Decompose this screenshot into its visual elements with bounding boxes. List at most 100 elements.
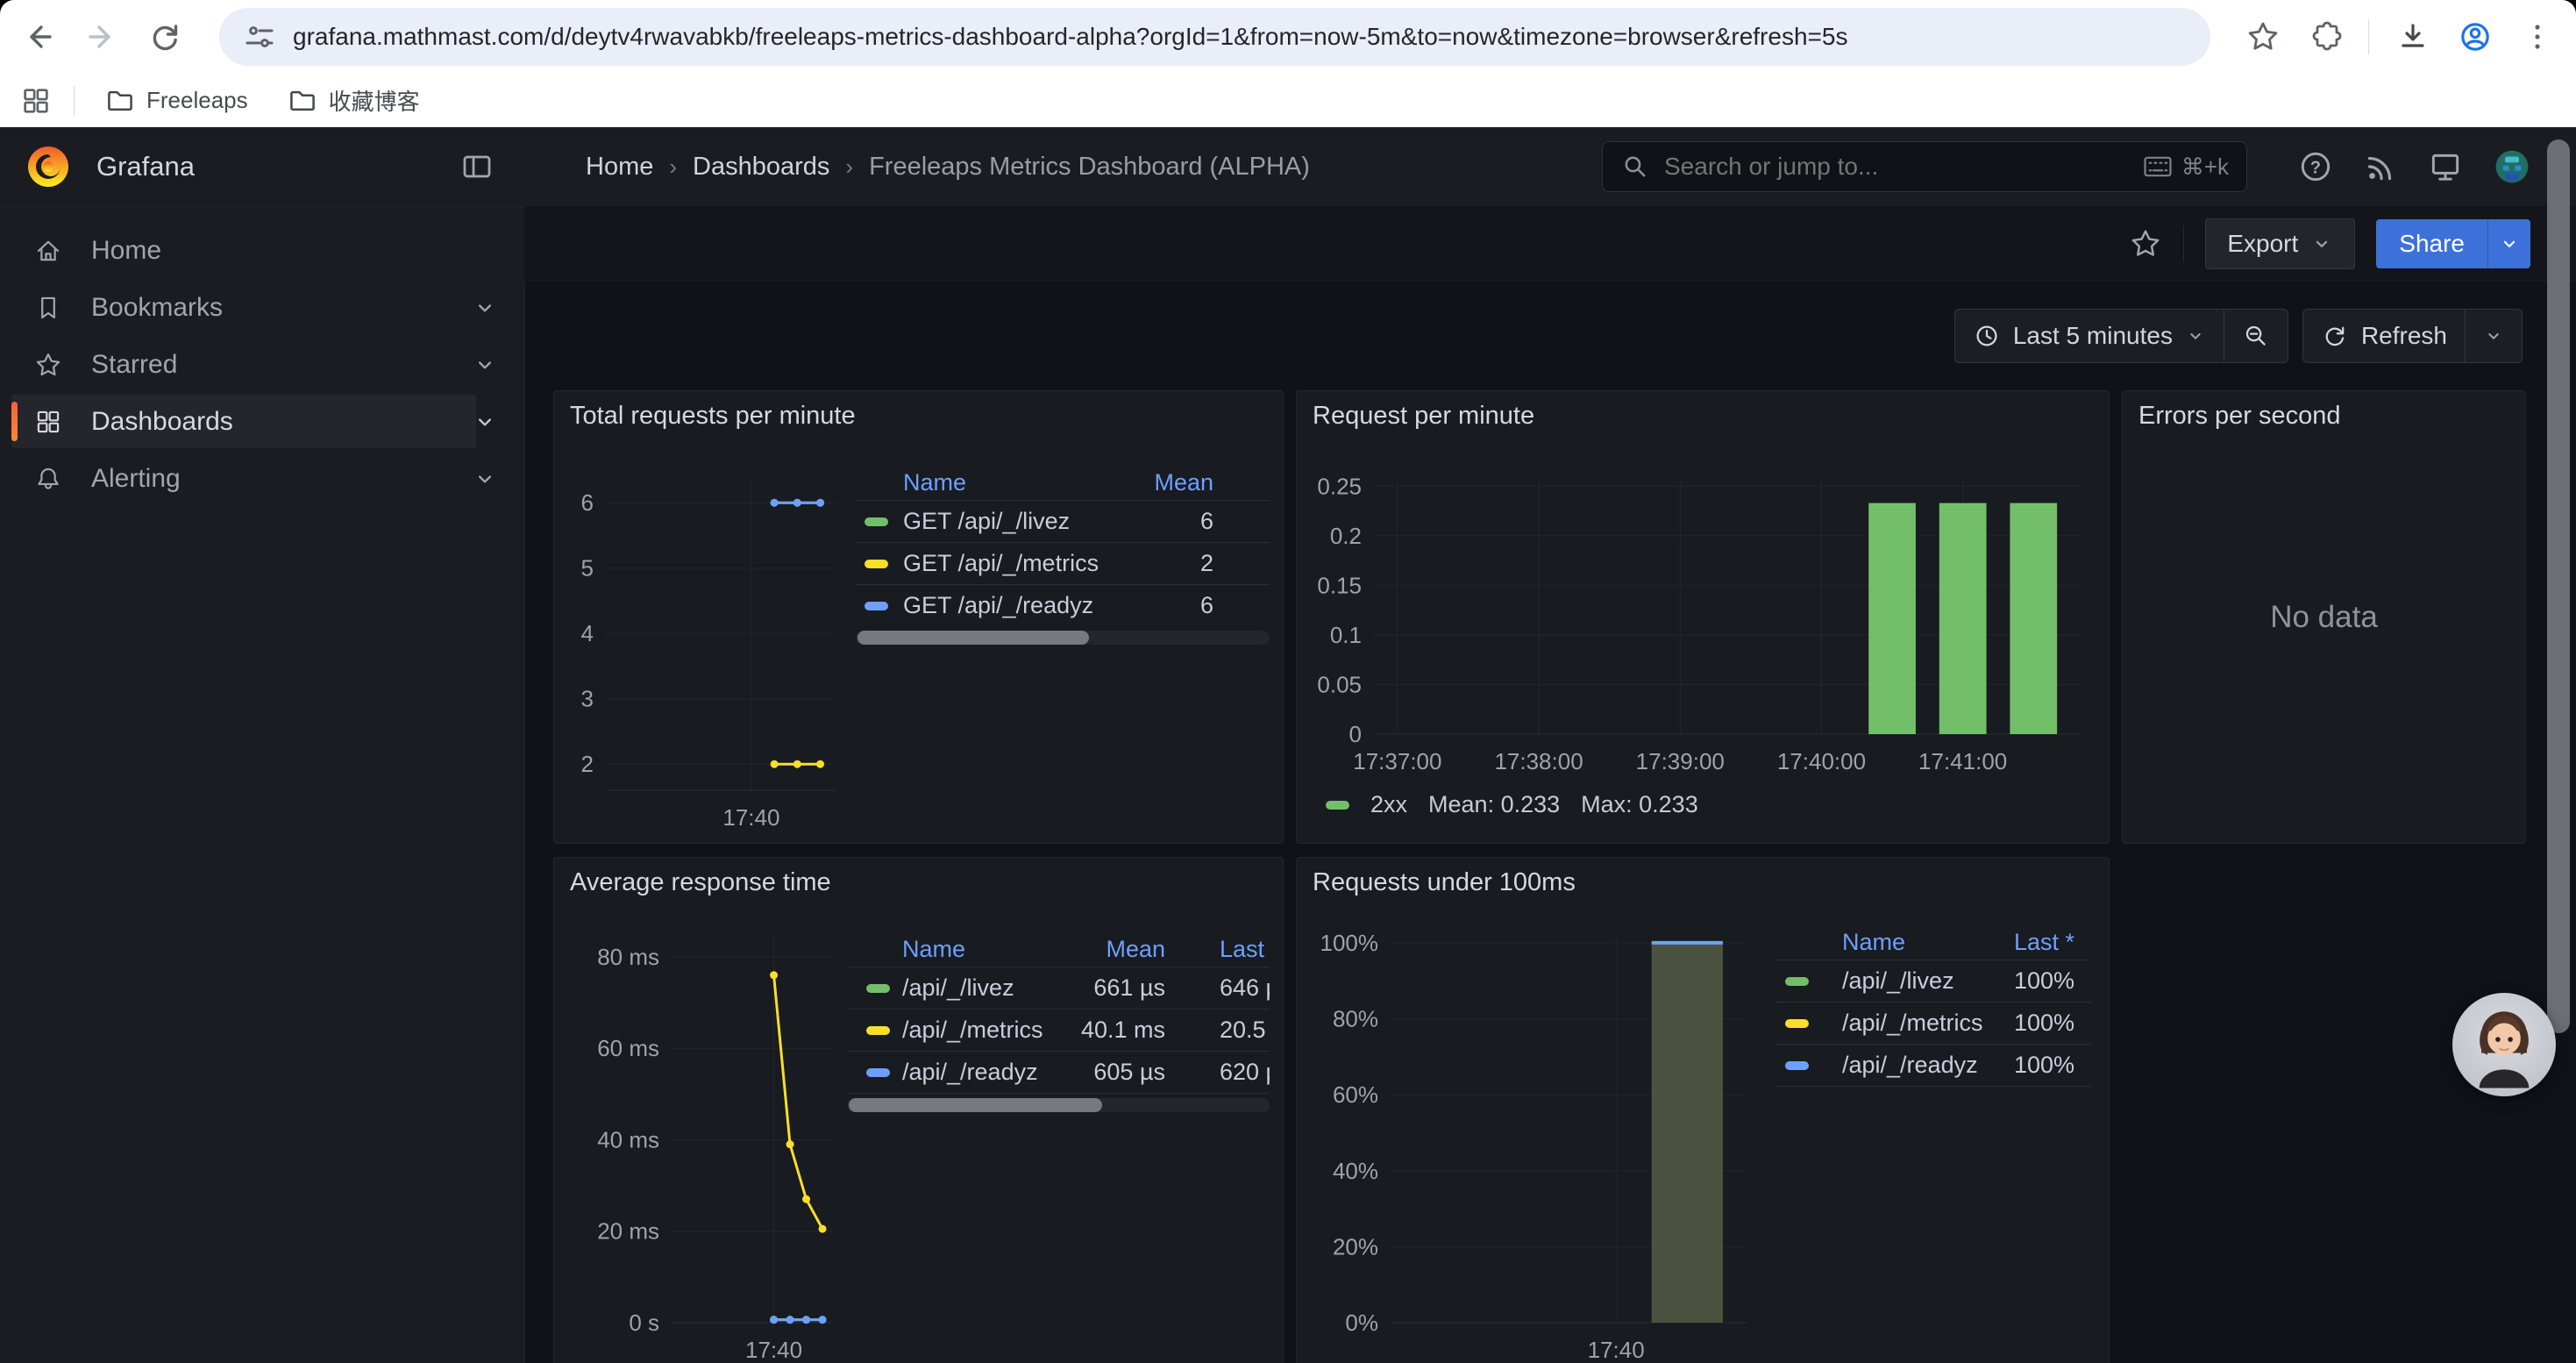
refresh-button[interactable]: Refresh (2303, 310, 2465, 362)
svg-text:40%: 40% (1333, 1158, 1378, 1184)
chevron-down-icon[interactable] (472, 295, 498, 321)
svg-text:0%: 0% (1345, 1309, 1378, 1336)
share-label: Share (2399, 230, 2465, 258)
star-icon (33, 350, 63, 380)
svg-text:17:38:00: 17:38:00 (1494, 748, 1583, 774)
svg-text:20 ms: 20 ms (597, 1218, 659, 1245)
svg-text:0.05: 0.05 (1317, 671, 1362, 697)
back-icon[interactable] (21, 19, 56, 54)
refresh-label: Refresh (2361, 322, 2447, 350)
svg-text:40 ms: 40 ms (597, 1126, 659, 1152)
help-icon[interactable]: ? (2297, 148, 2334, 185)
search-input[interactable]: ⌘+k (1602, 141, 2247, 192)
folder-icon (104, 85, 136, 117)
chart-average-response-time[interactable]: 0 s20 ms40 ms60 ms80 ms17:40NameMeanLast… (554, 858, 1283, 1363)
news-rss-icon[interactable] (2362, 148, 2399, 185)
kebab-menu-icon[interactable] (2520, 19, 2555, 54)
share-button[interactable]: Share (2376, 219, 2487, 268)
tv-mode-icon[interactable] (2427, 148, 2464, 185)
share-split-button: Share (2376, 219, 2530, 268)
page-scrollbar[interactable] (2547, 139, 2570, 1033)
bookmarks-divider (74, 86, 75, 116)
chevron-down-icon (2185, 325, 2206, 346)
svg-text:3: 3 (581, 686, 594, 712)
chart-requests-under-100ms[interactable]: 0%20%40%60%80%100%17:40NameLast */api/_/… (1297, 858, 2109, 1363)
chevron-down-icon[interactable] (472, 409, 498, 435)
sidebar-nav: Home Bookmarks Starred (0, 207, 524, 506)
panel-total-requests-per-minute: Total requests per minute 2345617:40Name… (553, 390, 1284, 844)
chevron-down-icon (2310, 232, 2333, 255)
sidebar-item-starred[interactable]: Starred (0, 337, 524, 392)
topbar-icons: ? (2297, 127, 2532, 206)
sidebar-item-dashboards[interactable]: Dashboards (0, 394, 524, 449)
bookmark-label: Freeleaps (146, 87, 248, 114)
share-dropdown-button[interactable] (2487, 219, 2530, 268)
svg-text:17:39:00: 17:39:00 (1636, 748, 1725, 774)
favorite-star-icon[interactable] (2129, 227, 2162, 260)
forward-icon[interactable] (84, 19, 119, 54)
panel-title[interactable]: Requests under 100ms (1313, 868, 1576, 897)
breadcrumb-home[interactable]: Home (586, 153, 653, 182)
browser-chrome: grafana.mathmast.com/d/deytv4rwavabkb/fr… (0, 0, 2576, 127)
apps-grid-icon[interactable] (19, 84, 53, 118)
url-bar[interactable]: grafana.mathmast.com/d/deytv4rwavabkb/fr… (219, 8, 2210, 66)
sidebar-toggle-icon[interactable] (459, 149, 495, 184)
svg-text:0.15: 0.15 (1317, 572, 1362, 598)
sidebar-item-alerting[interactable]: Alerting (0, 451, 524, 506)
panel-title[interactable]: Total requests per minute (570, 402, 856, 431)
svg-text:80%: 80% (1333, 1006, 1378, 1032)
svg-text:2: 2 (581, 751, 594, 777)
site-settings-icon[interactable] (242, 19, 277, 54)
panel-title[interactable]: Request per minute (1313, 402, 1534, 431)
sidebar-item-bookmarks[interactable]: Bookmarks (0, 280, 524, 335)
bookmark-star-icon[interactable] (2245, 19, 2281, 54)
breadcrumb-dashboards[interactable]: Dashboards (693, 153, 829, 182)
chart-request-per-minute[interactable]: 00.050.10.150.20.2517:37:0017:38:0017:39… (1297, 391, 2109, 843)
user-avatar[interactable] (2492, 146, 2532, 187)
time-range-group: Last 5 minutes (1954, 309, 2288, 363)
search-field[interactable] (1662, 152, 2131, 182)
grafana-logo[interactable] (25, 143, 72, 190)
clock-icon (1973, 322, 2001, 350)
svg-text:60 ms: 60 ms (597, 1035, 659, 1061)
refresh-group: Refresh (2302, 309, 2523, 363)
breadcrumb-current: Freeleaps Metrics Dashboard (ALPHA) (869, 153, 1310, 182)
profile-icon[interactable] (2457, 18, 2494, 55)
sidebar-item-home[interactable]: Home (0, 223, 524, 278)
topbar: Home › Dashboards › Freeleaps Metrics Da… (524, 127, 2576, 207)
download-icon[interactable] (2395, 19, 2430, 54)
chevron-down-icon[interactable] (472, 466, 498, 492)
bookmarks-bar: Freeleaps 收藏博客 (0, 74, 2576, 127)
export-button[interactable]: Export (2205, 218, 2355, 269)
breadcrumb-separator: › (845, 153, 853, 181)
sidebar: Grafana Home Bookmarks (0, 127, 525, 1363)
bookmark-folder-blogs[interactable]: 收藏博客 (278, 81, 429, 120)
assistant-avatar[interactable] (2452, 993, 2556, 1096)
sidebar-header: Grafana (0, 127, 524, 207)
panel-title[interactable]: Average response time (570, 868, 831, 897)
zoom-out-button[interactable] (2224, 310, 2288, 362)
search-shortcut-text: ⌘+k (2181, 153, 2229, 181)
keyboard-icon (2143, 154, 2173, 179)
chevron-down-icon[interactable] (472, 352, 498, 378)
svg-text:100%: 100% (1320, 930, 1379, 956)
svg-text:?: ? (2310, 158, 2321, 177)
svg-text:60%: 60% (1333, 1081, 1378, 1108)
refresh-interval-dropdown[interactable] (2465, 310, 2522, 362)
reload-icon[interactable] (147, 19, 182, 54)
panel-title[interactable]: Errors per second (2138, 402, 2341, 431)
svg-text:80 ms: 80 ms (597, 944, 659, 970)
home-icon (33, 236, 63, 266)
extensions-icon[interactable] (2307, 19, 2342, 54)
breadcrumb: Home › Dashboards › Freeleaps Metrics Da… (524, 153, 1310, 182)
chart-total-requests-per-minute[interactable]: 2345617:40NameMeanGET /api/_/livez6GET /… (554, 391, 1283, 843)
browser-actions (2245, 18, 2555, 55)
time-range-label: Last 5 minutes (2013, 322, 2173, 350)
chevron-down-icon (2483, 325, 2504, 346)
svg-text:0.1: 0.1 (1330, 622, 1362, 648)
sidebar-item-label: Starred (91, 350, 177, 380)
time-range-picker[interactable]: Last 5 minutes (1955, 310, 2224, 362)
no-data-message: No data (2123, 391, 2525, 843)
refresh-icon (2321, 322, 2349, 350)
bookmark-folder-freeleaps[interactable]: Freeleaps (96, 82, 257, 120)
